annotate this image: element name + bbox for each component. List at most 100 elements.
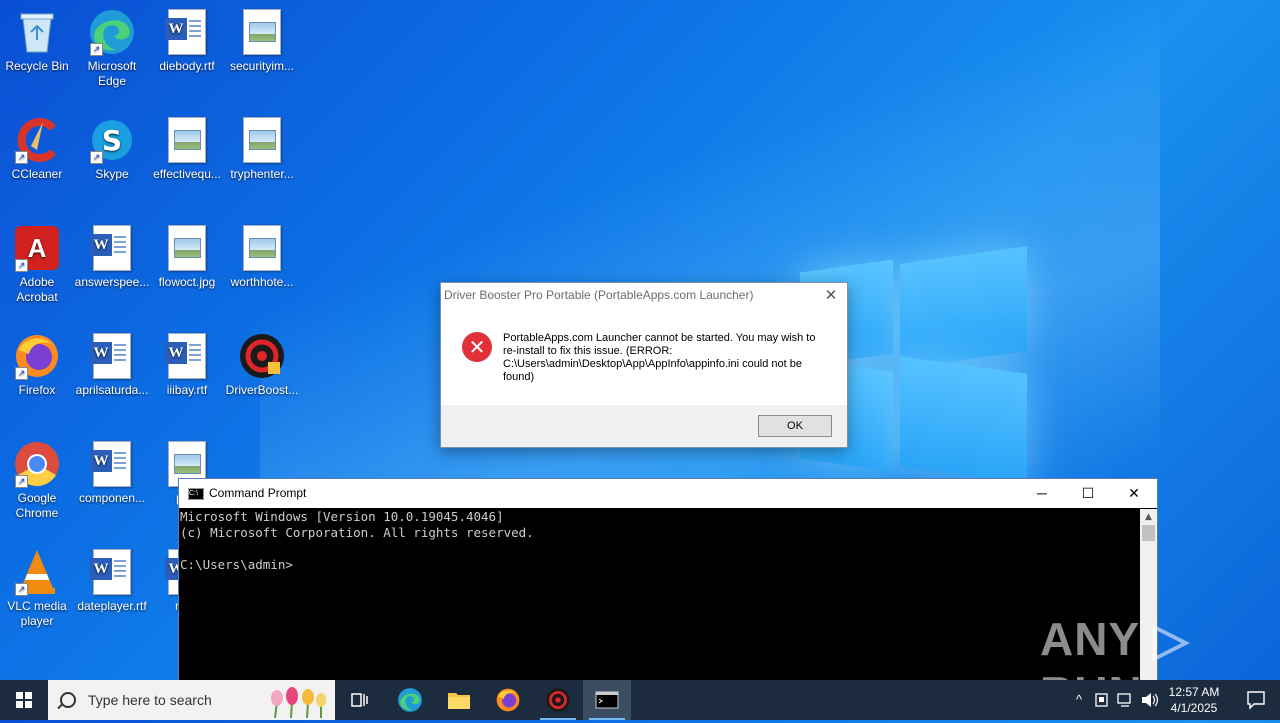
icon-label: Firefox bbox=[18, 383, 56, 397]
svg-text:S: S bbox=[102, 124, 122, 157]
desktop-icon-vlc[interactable]: ↗ VLC media player bbox=[0, 548, 75, 629]
icon-label: worthhote... bbox=[230, 275, 294, 289]
command-prompt-window[interactable]: C:\ Command Prompt ─ ☐ ✕ Microsoft Windo… bbox=[178, 478, 1158, 682]
icon-label: Adobe Acrobat bbox=[16, 275, 58, 304]
shortcut-arrow-icon: ↗ bbox=[15, 367, 28, 380]
close-button[interactable]: ✕ bbox=[1111, 479, 1157, 508]
task-view-button[interactable] bbox=[336, 680, 384, 720]
windows-logo-icon bbox=[16, 692, 32, 708]
clock-date: 4/1/2025 bbox=[1170, 701, 1218, 715]
desktop-icon-driverbooster[interactable]: DriverBoost... bbox=[224, 332, 300, 398]
desktop-icon-skype[interactable]: S ↗ Skype bbox=[74, 116, 150, 182]
dialog-close-button[interactable]: ✕ bbox=[821, 285, 841, 305]
icon-label: dateplayer.rtf bbox=[77, 599, 147, 613]
shortcut-arrow-icon: ↗ bbox=[15, 259, 28, 272]
icon-label: answerspee... bbox=[74, 275, 150, 289]
word-document-icon: W bbox=[88, 224, 136, 272]
desktop-icon-componen[interactable]: W componen... bbox=[74, 440, 150, 506]
icon-label: Skype bbox=[95, 167, 129, 181]
show-hidden-icons-chevron-icon[interactable]: ^ bbox=[1068, 680, 1090, 720]
ok-button[interactable]: OK bbox=[758, 415, 832, 437]
edge-icon: ↗ bbox=[88, 8, 136, 56]
vlc-icon: ↗ bbox=[13, 548, 61, 596]
search-placeholder: Type here to search bbox=[88, 692, 212, 708]
desktop-icon-adobe-acrobat[interactable]: A ↗ Adobe Acrobat bbox=[0, 224, 75, 305]
desktop-icon-securityim[interactable]: securityim... bbox=[224, 8, 300, 74]
minimize-button[interactable]: ─ bbox=[1019, 479, 1065, 508]
shortcut-arrow-icon: ↗ bbox=[15, 151, 28, 164]
cmd-title-bar[interactable]: C:\ Command Prompt ─ ☐ ✕ bbox=[179, 479, 1157, 508]
desktop-icon-recycle-bin[interactable]: Recycle Bin bbox=[0, 8, 75, 74]
icon-label: securityim... bbox=[229, 59, 294, 73]
edge-icon bbox=[398, 688, 422, 712]
image-file-icon bbox=[163, 224, 211, 272]
volume-icon[interactable] bbox=[1140, 680, 1160, 720]
desktop-icon-aprilsaturda[interactable]: W aprilsaturda... bbox=[74, 332, 150, 398]
cmd-title: Command Prompt bbox=[209, 486, 307, 500]
taskbar-clock[interactable]: 12:57 AM 4/1/2025 bbox=[1160, 684, 1228, 716]
wallpaper-logo-pane-tr bbox=[900, 246, 1027, 369]
taskbar-search-box[interactable]: Type here to search bbox=[48, 680, 335, 720]
action-center-button[interactable] bbox=[1232, 680, 1280, 720]
maximize-button[interactable]: ☐ bbox=[1065, 479, 1111, 508]
taskbar-command-prompt-button[interactable] bbox=[583, 680, 631, 720]
start-button[interactable] bbox=[0, 680, 48, 720]
desktop-icon-firefox[interactable]: ↗ Firefox bbox=[0, 332, 75, 398]
wallpaper-logo-pane-br bbox=[900, 356, 1027, 484]
icon-label: iiibay.rtf bbox=[166, 383, 208, 397]
desktop-icon-edge[interactable]: ↗ Microsoft Edge bbox=[74, 8, 150, 89]
console-line: (c) Microsoft Corporation. All rights re… bbox=[180, 525, 534, 540]
shortcut-arrow-icon: ↗ bbox=[90, 43, 103, 56]
taskbar-edge-button[interactable] bbox=[386, 680, 434, 720]
shortcut-arrow-icon: ↗ bbox=[90, 151, 103, 164]
shortcut-arrow-icon: ↗ bbox=[15, 583, 28, 596]
image-file-icon bbox=[238, 116, 286, 164]
network-icon[interactable] bbox=[1117, 680, 1137, 720]
word-document-icon: W bbox=[88, 440, 136, 488]
command-prompt-icon bbox=[595, 691, 619, 709]
error-dialog: Driver Booster Pro Portable (PortableApp… bbox=[440, 282, 848, 448]
desktop-icon-ccleaner[interactable]: ↗ CCleaner bbox=[0, 116, 75, 182]
image-file-icon bbox=[163, 116, 211, 164]
driver-booster-icon bbox=[238, 332, 286, 380]
word-document-icon: W bbox=[88, 548, 136, 596]
desktop-icon-diebody[interactable]: W diebody.rtf bbox=[149, 8, 225, 74]
image-file-icon bbox=[238, 224, 286, 272]
notification-icon bbox=[1247, 691, 1265, 710]
taskbar-driver-booster-button[interactable] bbox=[534, 680, 582, 720]
icon-label: aprilsaturda... bbox=[75, 383, 149, 397]
icon-label: effectivequ... bbox=[153, 167, 221, 181]
desktop-icon-flowoct[interactable]: flowoct.jpg bbox=[149, 224, 225, 290]
word-document-icon: W bbox=[163, 332, 211, 380]
desktop-icon-dateplayer[interactable]: W dateplayer.rtf bbox=[74, 548, 150, 614]
taskbar: Type here to search ^ 12:57 AM 4/1/2025 bbox=[0, 680, 1280, 720]
image-file-icon bbox=[238, 8, 286, 56]
icon-label: flowoct.jpg bbox=[158, 275, 216, 289]
desktop-icon-answerspee[interactable]: W answerspee... bbox=[74, 224, 150, 290]
desktop-icon-chrome[interactable]: ↗ Google Chrome bbox=[0, 440, 75, 521]
chrome-icon: ↗ bbox=[13, 440, 61, 488]
clock-time: 12:57 AM bbox=[1168, 685, 1220, 699]
icon-label: Microsoft Edge bbox=[87, 59, 137, 88]
cmd-console[interactable]: Microsoft Windows [Version 10.0.19045.40… bbox=[179, 509, 1140, 681]
desktop-icon-effectivequ[interactable]: effectivequ... bbox=[149, 116, 225, 182]
firefox-icon bbox=[496, 688, 520, 712]
ccleaner-icon: ↗ bbox=[13, 116, 61, 164]
desktop-icon-worthhote[interactable]: worthhote... bbox=[224, 224, 300, 290]
desktop-icon-tryphenter[interactable]: tryphenter... bbox=[224, 116, 300, 182]
scroll-up-arrow-icon[interactable]: ▲ bbox=[1140, 509, 1157, 525]
scroll-thumb[interactable] bbox=[1142, 525, 1155, 541]
error-icon: ✕ bbox=[462, 332, 492, 362]
recycle-bin-icon bbox=[13, 8, 61, 56]
icon-label: DriverBoost... bbox=[225, 383, 299, 397]
dialog-footer: OK bbox=[441, 405, 847, 447]
icon-label: tryphenter... bbox=[230, 167, 294, 181]
icon-label: componen... bbox=[78, 491, 146, 505]
acrobat-icon: A ↗ bbox=[13, 224, 61, 272]
taskbar-file-explorer-button[interactable] bbox=[435, 680, 483, 720]
desktop-icon-iiibay[interactable]: W iiibay.rtf bbox=[149, 332, 225, 398]
cmd-app-icon: C:\ bbox=[188, 488, 204, 500]
folder-icon bbox=[448, 693, 470, 709]
tray-device-icon[interactable] bbox=[1094, 680, 1114, 720]
taskbar-firefox-button[interactable] bbox=[484, 680, 532, 720]
